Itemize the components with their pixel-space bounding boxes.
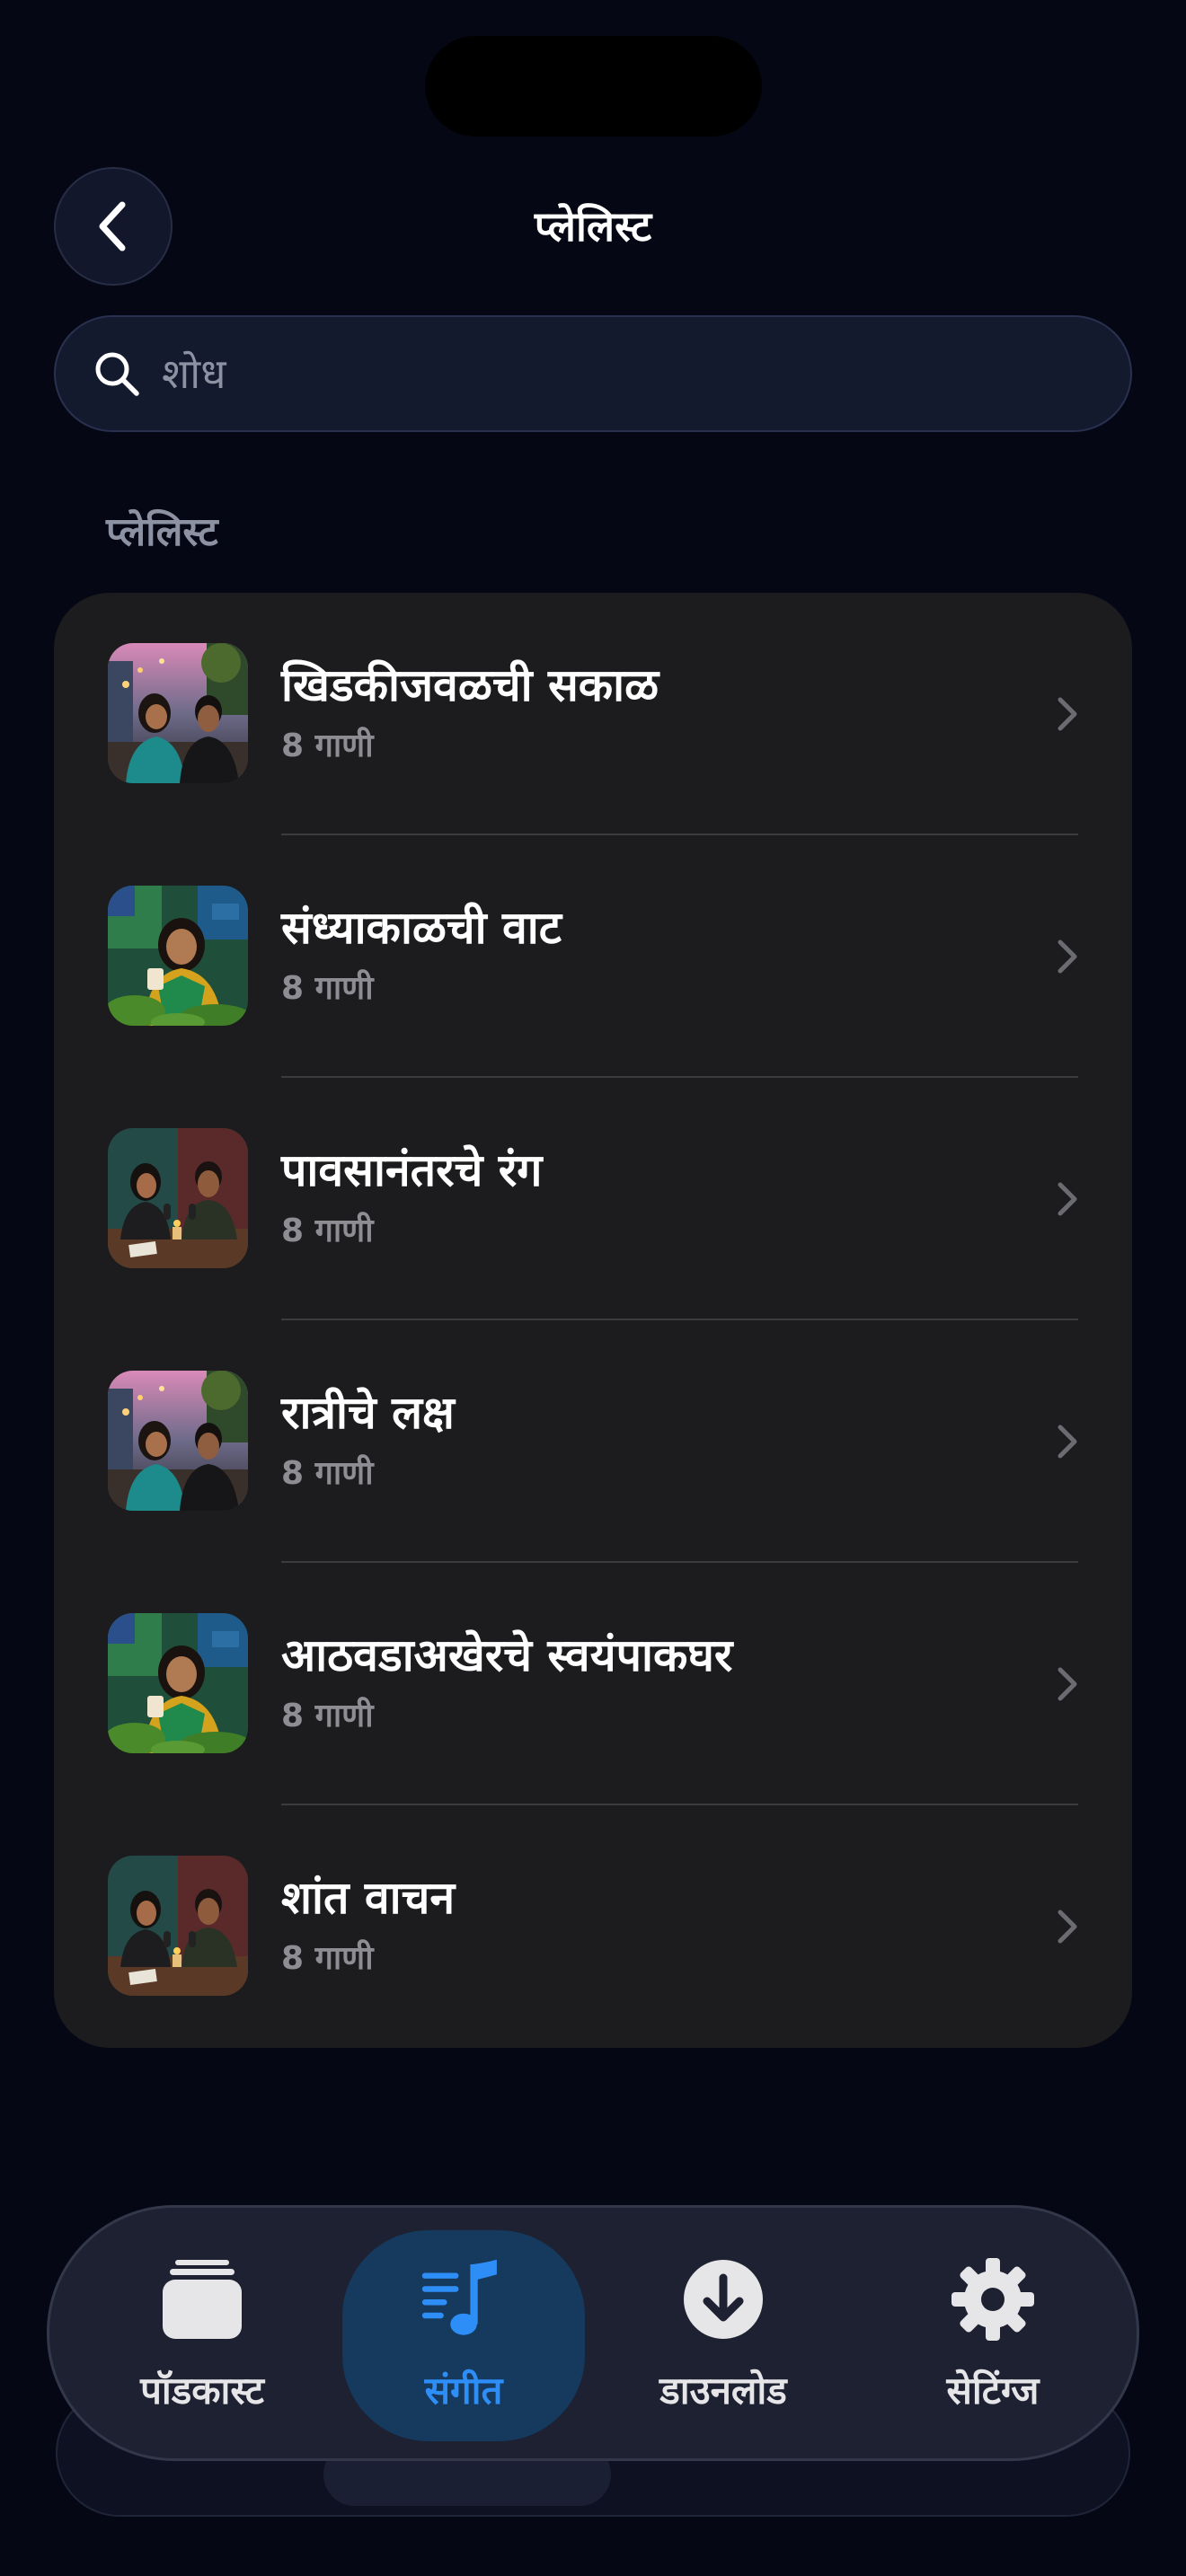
search-icon [92, 348, 142, 399]
tab-bar: पॉडकास्ट संगीत डाउनलोड सेटिंग्ज [47, 2205, 1139, 2461]
playlist-count: 8 गाणी [281, 1940, 374, 1977]
playlist-thumbnail [108, 1856, 248, 1996]
playlist-row[interactable]: संध्याकाळची वाट 8 गाणी [54, 835, 1132, 1078]
search-input[interactable] [162, 317, 1130, 430]
tab-label: पॉडकास्ट [140, 2369, 264, 2413]
tab-podcasts[interactable]: पॉडकास्ट [67, 2208, 337, 2464]
playlist-thumbnail [108, 1613, 248, 1753]
playlist-count: 8 गाणी [281, 970, 374, 1007]
dynamic-island [425, 36, 762, 137]
playlist-title: खिडकीजवळची सकाळ [281, 659, 659, 711]
chevron-right-icon [1058, 1910, 1077, 1944]
playlist-thumbnail [108, 1371, 248, 1511]
playlist-row[interactable]: आठवडाअखेरचे स्वयंपाकघर 8 गाणी [54, 1563, 1132, 1805]
tab-downloads[interactable]: डाउनलोड [589, 2208, 858, 2464]
playlist-list: खिडकीजवळची सकाळ 8 गाणी संध्याकाळची वाट 8… [54, 593, 1132, 2048]
playlist-thumbnail [108, 1128, 248, 1268]
playlist-title: आठवडाअखेरचे स्वयंपाकघर [281, 1629, 733, 1681]
chevron-right-icon [1058, 697, 1077, 731]
playlist-row[interactable]: रात्रीचे लक्ष 8 गाणी [54, 1320, 1132, 1563]
section-header: प्लेलिस्ट [106, 509, 218, 555]
chevron-right-icon [1058, 1425, 1077, 1459]
playlist-title: संध्याकाळची वाट [281, 902, 562, 954]
tab-music[interactable]: संगीत [342, 2208, 585, 2464]
playlist-thumbnail [108, 886, 248, 1026]
playlist-title: पावसानंतरचे रंग [281, 1144, 543, 1196]
tab-label: संगीत [424, 2369, 503, 2413]
podcast-stack-icon [159, 2256, 245, 2342]
playlist-thumbnail [108, 643, 248, 783]
playlist-count: 8 गाणी [281, 1213, 374, 1249]
playlist-title: शांत वाचन [281, 1872, 456, 1924]
page-title: प्लेलिस्ट [534, 202, 652, 251]
chevron-right-icon [1058, 1182, 1077, 1216]
playlist-row[interactable]: खिडकीजवळची सकाळ 8 गाणी [54, 593, 1132, 835]
chevron-right-icon [1058, 1667, 1077, 1701]
tab-label: डाउनलोड [659, 2369, 787, 2413]
tab-label: सेटिंग्ज [946, 2369, 1040, 2413]
gear-icon [950, 2256, 1036, 2342]
playlist-row[interactable]: शांत वाचन 8 गाणी [54, 1805, 1132, 2048]
download-icon [680, 2256, 766, 2342]
playlist-row[interactable]: पावसानंतरचे रंग 8 गाणी [54, 1078, 1132, 1320]
playlist-count: 8 गाणी [281, 1455, 374, 1492]
search-bar[interactable] [54, 315, 1132, 432]
playlist-count: 8 गाणी [281, 728, 374, 764]
chevron-right-icon [1058, 940, 1077, 974]
playlist-screen: प्लेलिस्ट प्लेलिस्ट खिडकीजवळची सकाळ 8 गा… [0, 0, 1186, 2576]
tab-settings[interactable]: सेटिंग्ज [858, 2208, 1128, 2464]
playlist-count: 8 गाणी [281, 1698, 374, 1734]
music-list-icon [420, 2256, 507, 2342]
playlist-title: रात्रीचे लक्ष [281, 1387, 455, 1439]
